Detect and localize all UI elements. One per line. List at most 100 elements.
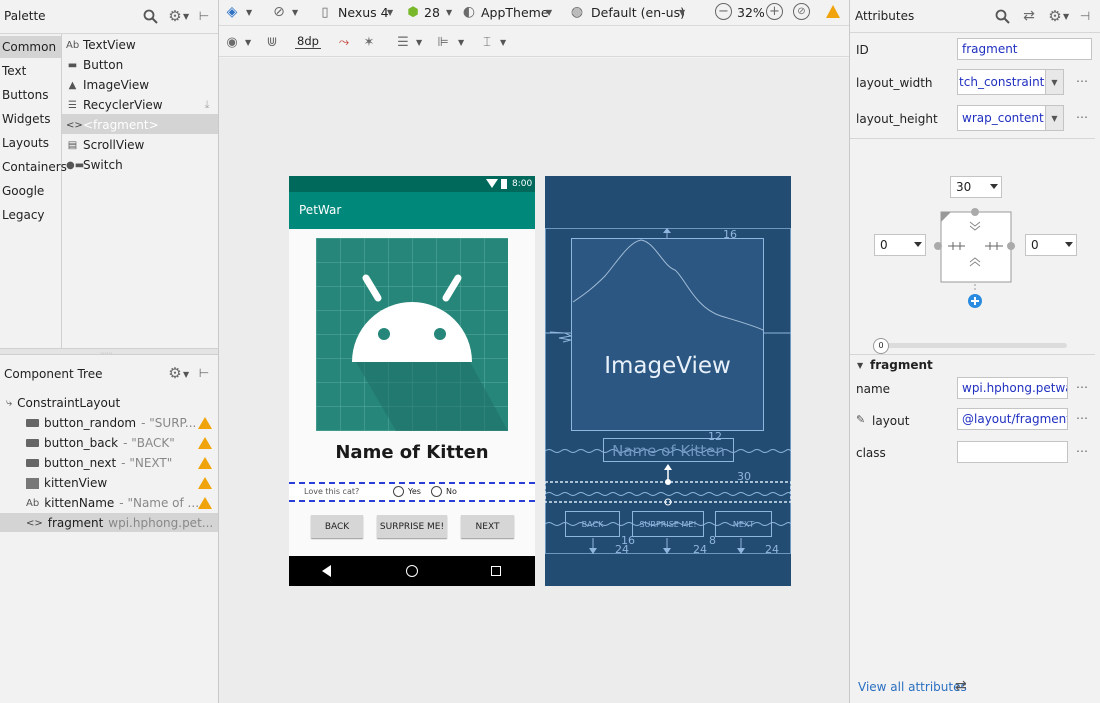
view-all-attributes-link[interactable]: View all attributes [858,680,967,694]
chevron-down-icon[interactable]: ▼ [246,8,252,17]
search-icon[interactable] [141,7,159,25]
collapse-panel-icon[interactable]: ⊣ [1077,7,1093,25]
palette-category-google[interactable]: Google [2,184,44,198]
more-options-icon[interactable]: ⋯ [1076,411,1089,425]
gear-icon[interactable]: ⚙ [166,7,184,25]
warning-icon[interactable] [826,5,840,18]
chevron-down-icon[interactable]: ▼ [1045,106,1063,130]
device-select[interactable]: Nexus 4 [338,5,389,20]
chevron-down-icon[interactable]: ▼ [1063,12,1069,21]
search-icon[interactable] [993,7,1011,25]
theme-select[interactable]: AppTheme [481,5,549,20]
palette-item-switch[interactable]: ●▬ Switch [66,158,123,172]
chevron-down-icon[interactable]: ▼ [387,8,393,17]
zoom-out-icon[interactable]: − [715,3,732,20]
recents-nav-icon[interactable] [491,566,501,576]
gear-icon[interactable]: ⚙ [166,364,184,382]
collapse-panel-icon[interactable]: ⊢ [196,7,212,25]
palette-category-text[interactable]: Text [2,64,26,78]
back-button[interactable]: BACK [311,515,363,538]
android-icon[interactable]: ⬢ [405,4,421,20]
pack-icon[interactable]: ☰ [395,34,411,50]
clear-constraints-icon[interactable]: ⤳ [336,34,352,50]
layout-width-select[interactable]: match_constraint ▼ [957,69,1064,95]
more-options-icon[interactable]: ⋯ [1076,380,1089,394]
more-options-icon[interactable]: ⋯ [1076,444,1089,458]
palette-item-textview[interactable]: Ab TextView [66,38,136,52]
palette-category-layouts[interactable]: Layouts [2,136,49,150]
chevron-down-icon[interactable]: ▼ [857,361,863,370]
palette-category-common[interactable]: Common [2,40,56,54]
palette-item-imageview[interactable]: ▲ ImageView [66,78,149,92]
blueprint-next-button[interactable]: NEXT [715,511,772,537]
layout-field[interactable]: @layout/fragment_ [957,408,1068,430]
yes-radio[interactable] [393,486,404,497]
phone-icon[interactable]: ▯ [319,4,331,20]
swap-icon[interactable]: ⇄ [1020,7,1038,25]
layout-height-select[interactable]: wrap_content ▼ [957,105,1064,131]
chevron-down-icon[interactable]: ▼ [183,12,189,21]
magnet-icon[interactable]: ⋓ [264,34,280,50]
chevron-down-icon[interactable]: ▼ [416,38,422,47]
name-field[interactable]: wpi.hphong.petwar [957,377,1068,399]
tree-node-button-next[interactable]: button_next - "NEXT" [26,456,172,470]
globe-icon[interactable]: ◍ [569,4,585,20]
gear-icon[interactable]: ⚙ [1046,7,1064,25]
next-button[interactable]: NEXT [461,515,514,538]
home-nav-icon[interactable] [406,565,418,577]
blueprint-back-button[interactable]: BACK [565,511,620,537]
magic-wand-icon[interactable]: ✶ [361,34,377,50]
add-constraint-icon[interactable] [968,294,982,308]
kitten-image[interactable] [316,238,508,431]
warning-icon[interactable] [198,497,212,509]
fragment-selection[interactable]: Love this cat? Yes No [289,482,535,502]
warning-icon[interactable] [198,477,212,489]
chevron-down-icon[interactable]: ▼ [446,8,452,17]
chevron-down-icon[interactable]: ▼ [292,8,298,17]
swap-icon[interactable]: ⇄ [955,678,967,694]
warning-icon[interactable] [198,437,212,449]
warning-icon[interactable] [198,457,212,469]
theme-icon[interactable]: ◐ [461,4,477,20]
eye-icon[interactable]: ◉ [224,34,240,50]
chevron-down-icon[interactable]: ▼ [183,370,189,379]
surprise-me-button[interactable]: SURPRISE ME! [377,515,447,538]
collapse-panel-icon[interactable]: ⊢ [196,364,212,382]
align-icon[interactable]: ⊫ [435,34,451,50]
blueprint-view[interactable]: ImageView Name of Kitten BACK SURPRISE M… [545,176,791,586]
chevron-down-icon[interactable]: ▼ [458,38,464,47]
chevron-down-icon[interactable]: ▼ [679,8,685,17]
palette-category-containers[interactable]: Containers [2,160,67,174]
locale-select[interactable]: Default (en-us) [591,5,685,20]
tree-node-kittenname[interactable]: Ab kittenName - "Name of ... [26,496,199,510]
tree-node-button-back[interactable]: button_back - "BACK" [26,436,175,450]
api-select[interactable]: 28 [424,5,440,20]
chevron-down-icon[interactable]: ▼ [1045,70,1063,94]
layers-icon[interactable]: ◈ [224,4,240,20]
more-options-icon[interactable]: ⋯ [1076,110,1089,124]
zoom-in-icon[interactable]: + [766,3,783,20]
id-field[interactable]: fragment [957,38,1092,60]
palette-category-widgets[interactable]: Widgets [2,112,51,126]
orientation-icon[interactable]: ⊘ [271,4,287,20]
warning-icon[interactable] [198,417,212,429]
palette-item-recyclerview[interactable]: ☰ RecyclerView [66,98,163,112]
palette-item-fragment[interactable]: <> <fragment> [66,118,159,132]
palette-item-scrollview[interactable]: ▤ ScrollView [66,138,145,152]
chevron-down-icon[interactable]: ▼ [546,8,552,17]
palette-item-button[interactable]: ▬ Button [66,58,123,72]
guidelines-icon[interactable]: ⌶ [479,34,495,50]
more-options-icon[interactable]: ⋯ [1076,74,1089,88]
blueprint-surprise-button[interactable]: SURPRISE ME! [632,511,704,537]
section-header-fragment[interactable]: fragment [870,358,933,372]
tree-node-fragment[interactable]: <> fragment wpi.hphong.pet... [26,516,213,530]
panel-resize-handle[interactable]: ⋯⋯ [0,348,218,357]
tree-root[interactable]: ⤷ ConstraintLayout [6,396,120,410]
chevron-down-icon[interactable] [1065,242,1073,247]
constraint-top-select[interactable]: 30 [950,176,1002,198]
palette-category-legacy[interactable]: Legacy [2,208,45,222]
default-margin[interactable]: 8dp [295,34,321,49]
tree-node-button-random[interactable]: button_random - "SURP... [26,416,196,430]
no-radio[interactable] [431,486,442,497]
class-field[interactable] [957,441,1068,463]
